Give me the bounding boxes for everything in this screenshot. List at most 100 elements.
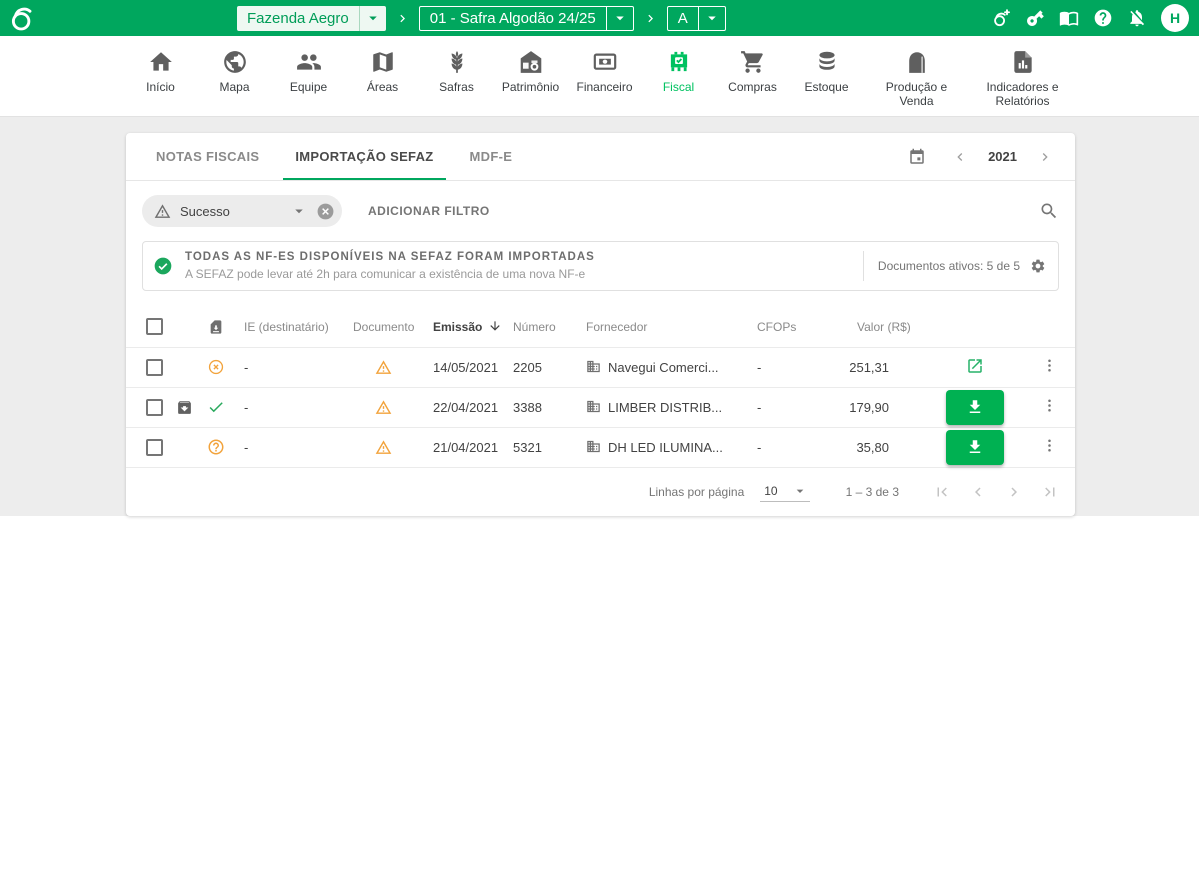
rows-per-page-select[interactable]: 10 bbox=[760, 481, 809, 502]
add-account-icon[interactable] bbox=[991, 8, 1011, 28]
remove-filter-icon[interactable] bbox=[316, 202, 335, 221]
banner-subtitle: A SEFAZ pode levar até 2h para comunicar… bbox=[185, 267, 595, 281]
help-icon[interactable] bbox=[1093, 8, 1113, 28]
sort-desc-icon[interactable] bbox=[488, 319, 502, 333]
status-unknown-icon bbox=[207, 438, 225, 456]
numero-cell: 2205 bbox=[505, 347, 578, 387]
column-header-valor[interactable]: Valor (R$) bbox=[849, 307, 919, 347]
filter-chip-label: Sucesso bbox=[180, 204, 290, 219]
ie-cell: - bbox=[236, 427, 345, 467]
nav-item-equipe[interactable]: Equipe bbox=[279, 49, 339, 95]
year-selector: 2021 bbox=[908, 133, 1053, 180]
main-nav: Início Mapa Equipe Áreas Safras Patrimônio Fin… bbox=[0, 36, 1199, 117]
nav-item-patrimonio[interactable]: Patrimônio bbox=[501, 49, 561, 95]
farm-name: Fazenda Aegro bbox=[237, 6, 359, 31]
row-menu-icon[interactable] bbox=[1041, 397, 1058, 414]
chevron-down-icon bbox=[703, 9, 721, 27]
archive-column-header bbox=[172, 307, 200, 347]
home-icon bbox=[148, 49, 174, 75]
nav-item-areas[interactable]: Áreas bbox=[353, 49, 413, 95]
nav-item-compras[interactable]: Compras bbox=[723, 49, 783, 95]
table-row: -21/04/20215321DH LED ILUMINA...-35,80 bbox=[126, 427, 1075, 467]
column-header-ie[interactable]: IE (destinatário) bbox=[236, 307, 345, 347]
filter-row: Sucesso ADICIONAR FILTRO bbox=[126, 181, 1075, 237]
rows-per-page-value: 10 bbox=[764, 484, 777, 498]
nav-item-indicadores-e-relatorios[interactable]: Indicadores e Relatórios bbox=[977, 49, 1069, 109]
globe-icon bbox=[222, 49, 248, 75]
aegro-logo-icon[interactable] bbox=[7, 3, 37, 33]
calendar-icon[interactable] bbox=[908, 148, 926, 166]
search-icon[interactable] bbox=[1039, 201, 1059, 221]
nav-item-fiscal[interactable]: Fiscal bbox=[649, 49, 709, 95]
tab-notas-fiscais[interactable]: NOTAS FISCAIS bbox=[144, 133, 271, 180]
plot-selector[interactable]: A bbox=[667, 6, 726, 31]
next-page-button[interactable] bbox=[1005, 483, 1023, 501]
menu-column-header bbox=[1031, 307, 1075, 347]
nav-label: Início bbox=[146, 81, 175, 95]
nav-item-estoque[interactable]: Estoque bbox=[797, 49, 857, 95]
chevron-down-icon[interactable] bbox=[290, 202, 308, 220]
next-year-button[interactable] bbox=[1037, 149, 1053, 165]
supplier-building-icon bbox=[586, 399, 601, 414]
warning-icon bbox=[154, 203, 171, 220]
column-header-emissao[interactable]: Emissão bbox=[425, 307, 505, 347]
status-cancelled-icon bbox=[207, 358, 225, 376]
nav-item-financeiro[interactable]: Financeiro bbox=[575, 49, 635, 95]
key-icon[interactable] bbox=[1025, 8, 1045, 28]
download-nfe-button[interactable] bbox=[946, 430, 1004, 465]
last-page-button[interactable] bbox=[1041, 483, 1059, 501]
season-caret[interactable] bbox=[607, 7, 633, 30]
year-value: 2021 bbox=[988, 149, 1017, 164]
open-nfe-icon[interactable] bbox=[966, 357, 984, 375]
chevron-down-icon bbox=[611, 9, 629, 27]
column-header-fornecedor[interactable]: Fornecedor bbox=[578, 307, 749, 347]
add-filter-button[interactable]: ADICIONAR FILTRO bbox=[368, 204, 490, 218]
notifications-off-icon[interactable] bbox=[1127, 8, 1147, 28]
numero-cell: 3388 bbox=[505, 387, 578, 427]
previous-year-button[interactable] bbox=[952, 149, 968, 165]
nav-label: Áreas bbox=[367, 81, 398, 95]
map-icon bbox=[370, 49, 396, 75]
topbar: Fazenda Aegro 01 - Safra Algodão 24/25 A… bbox=[0, 0, 1199, 36]
column-header-numero[interactable]: Número bbox=[505, 307, 578, 347]
season-selector[interactable]: 01 - Safra Algodão 24/25 bbox=[419, 6, 634, 31]
column-header-cfops[interactable]: CFOPs bbox=[749, 307, 849, 347]
row-checkbox[interactable] bbox=[146, 359, 163, 376]
document-warning-icon[interactable] bbox=[375, 359, 392, 376]
gear-icon[interactable] bbox=[1030, 258, 1046, 274]
nav-item-safras[interactable]: Safras bbox=[427, 49, 487, 95]
row-menu-icon[interactable] bbox=[1041, 357, 1058, 374]
people-icon bbox=[296, 49, 322, 75]
nav-item-producao-e-venda[interactable]: Produção e Venda bbox=[871, 49, 963, 109]
fornecedor-cell: LIMBER DISTRIB... bbox=[578, 387, 749, 427]
import-status-banner: TODAS AS NF-ES DISPONÍVEIS NA SEFAZ FORA… bbox=[142, 241, 1059, 291]
active-documents-label: Documentos ativos: 5 de 5 bbox=[878, 259, 1020, 273]
table-row: -22/04/20213388LIMBER DISTRIB...-179,90 bbox=[126, 387, 1075, 427]
nav-label: Financeiro bbox=[576, 81, 632, 95]
nav-item-inicio[interactable]: Início bbox=[131, 49, 191, 95]
column-header-documento[interactable]: Documento bbox=[345, 307, 425, 347]
select-all-checkbox[interactable] bbox=[146, 318, 163, 335]
knowledge-book-icon[interactable] bbox=[1059, 8, 1079, 28]
tab-importacao-sefaz[interactable]: IMPORTAÇÃO SEFAZ bbox=[283, 133, 445, 180]
tab-mdf-e[interactable]: MDF-E bbox=[458, 133, 525, 180]
supplier-building-icon bbox=[586, 359, 601, 374]
document-warning-icon[interactable] bbox=[375, 399, 392, 416]
document-warning-icon[interactable] bbox=[375, 439, 392, 456]
silo-icon bbox=[904, 49, 930, 75]
previous-page-button[interactable] bbox=[969, 483, 987, 501]
first-page-button[interactable] bbox=[933, 483, 951, 501]
tabs-row: NOTAS FISCAIS IMPORTAÇÃO SEFAZ MDF-E 2021 bbox=[126, 133, 1075, 181]
plot-caret[interactable] bbox=[699, 7, 725, 30]
download-nfe-button[interactable] bbox=[946, 390, 1004, 425]
row-checkbox[interactable] bbox=[146, 399, 163, 416]
nav-item-mapa[interactable]: Mapa bbox=[205, 49, 265, 95]
chevron-down-icon bbox=[792, 483, 808, 499]
avatar[interactable]: H bbox=[1161, 4, 1189, 32]
farm-selector[interactable]: Fazenda Aegro bbox=[237, 6, 386, 31]
status-filter-chip[interactable]: Sucesso bbox=[142, 195, 342, 227]
row-checkbox[interactable] bbox=[146, 439, 163, 456]
row-menu-icon[interactable] bbox=[1041, 437, 1058, 454]
farm-caret[interactable] bbox=[360, 6, 386, 31]
emissao-label: Emissão bbox=[433, 320, 482, 334]
